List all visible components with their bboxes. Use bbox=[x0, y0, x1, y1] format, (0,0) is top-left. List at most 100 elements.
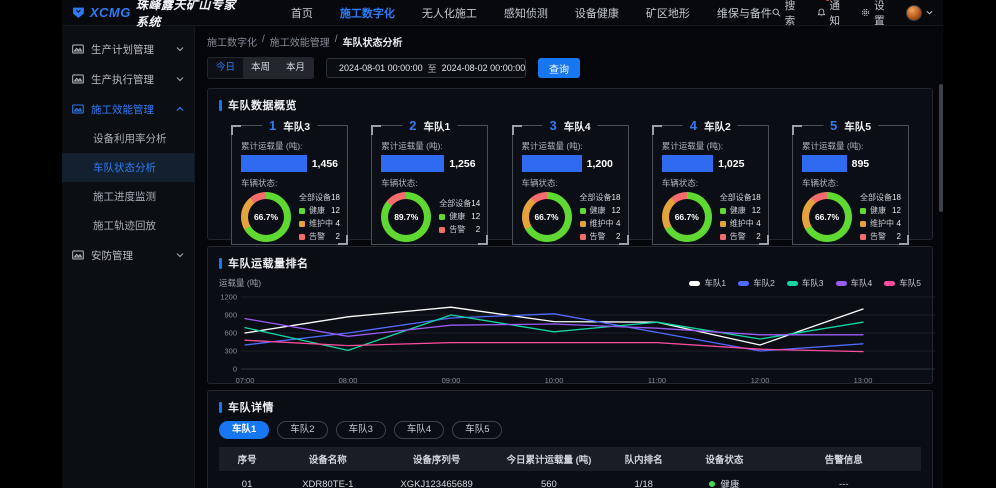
legend-label: 告警 bbox=[449, 225, 465, 235]
quick-range-button[interactable]: 本周 bbox=[243, 58, 278, 78]
nav-item[interactable]: 施工数字化 bbox=[340, 5, 395, 21]
table-header-cell: 设备名称 bbox=[275, 452, 380, 466]
user-menu[interactable] bbox=[906, 5, 933, 21]
chart-legend-swatch bbox=[787, 281, 798, 286]
status-legend-row: 全部设备18 bbox=[720, 193, 761, 203]
legend-label: 健康 bbox=[449, 212, 465, 222]
fleet-detail-panel: 车队详情 车队1 车队2 车队3 车队4 车队5 序号设备名称设备序列号今日累计运载量 … bbox=[207, 390, 933, 488]
fleet-tab[interactable]: 车队3 bbox=[336, 421, 386, 439]
chart-meta: 运载量 (吨) 车队1车队2车队3车队4车队5 bbox=[219, 277, 921, 289]
vehicle-status-row: 89.7%全部设备14健康12告警2 bbox=[381, 192, 478, 242]
legend-label: 全部设备 bbox=[580, 193, 612, 203]
chart-title: 车队运载量排名 bbox=[219, 255, 921, 271]
chart-legend-item[interactable]: 车队2 bbox=[738, 277, 775, 289]
donut-percent: 66.7% bbox=[809, 199, 845, 235]
load-bar bbox=[241, 155, 307, 172]
sidebar-item[interactable]: 安防管理 bbox=[62, 240, 194, 270]
breadcrumb-item[interactable]: 施工效能管理 bbox=[270, 34, 330, 49]
legend-label: 维护中 bbox=[870, 219, 894, 229]
fleet-tab[interactable]: 车队5 bbox=[452, 421, 502, 439]
chart-legend-label: 车队2 bbox=[753, 277, 775, 289]
fleet-overview-panel: 车队数据概览 1车队3累计运载量 (吨):1,456车辆状态:66.7%全部设备… bbox=[207, 88, 933, 240]
query-button[interactable]: 查询 bbox=[538, 58, 580, 78]
sidebar-subitem[interactable]: 车队状态分析 bbox=[62, 153, 194, 182]
nav-item[interactable]: 无人化施工 bbox=[422, 5, 477, 21]
nav-item[interactable]: 设备健康 bbox=[575, 5, 619, 21]
legend-value: 14 bbox=[471, 199, 480, 209]
date-range-picker[interactable]: 2024-08-01 00:00:00 至 2024-08-02 00:00:0… bbox=[326, 58, 526, 78]
chart-legend-swatch bbox=[689, 281, 700, 286]
legend-value: 12 bbox=[752, 206, 761, 216]
nav-item[interactable]: 维保与备件 bbox=[717, 5, 772, 21]
chart-legend-item[interactable]: 车队4 bbox=[836, 277, 873, 289]
topbar-actions: 搜索 通知 设置 bbox=[772, 0, 933, 28]
status-legend-row: 维护中4 bbox=[299, 219, 340, 229]
breadcrumb-separator: / bbox=[262, 34, 265, 49]
legend-value: 18 bbox=[892, 193, 901, 203]
fleet-rank: 1 bbox=[269, 118, 276, 133]
legend-label: 健康 bbox=[730, 206, 746, 216]
search-action[interactable]: 搜索 bbox=[772, 0, 802, 28]
brand-name: XCMG bbox=[90, 5, 131, 20]
load-label: 累计运载量 (吨): bbox=[241, 140, 338, 152]
quick-range-group: 今日本周本月 bbox=[207, 57, 314, 79]
settings-label: 设置 bbox=[874, 0, 891, 28]
load-bar-row: 1,200 bbox=[522, 155, 619, 172]
legend-value: 12 bbox=[331, 206, 340, 216]
table-body: 01XDR80TE-1XGKJ1234656895601/18健康---02XD… bbox=[219, 471, 921, 488]
donut-percent: 66.7% bbox=[248, 199, 284, 235]
legend-label: 全部设备 bbox=[299, 193, 331, 203]
load-bar-row: 1,256 bbox=[381, 155, 478, 172]
chevron-down-icon bbox=[176, 75, 184, 83]
chart-legend-swatch bbox=[738, 281, 749, 286]
legend-value: 12 bbox=[612, 206, 621, 216]
nav-item[interactable]: 感知侦测 bbox=[504, 5, 548, 21]
legend-label: 维护中 bbox=[730, 219, 754, 229]
nav-item[interactable]: 首页 bbox=[291, 5, 313, 21]
legend-label: 全部设备 bbox=[439, 199, 471, 209]
cell-no: 01 bbox=[219, 479, 275, 488]
fleet-tab[interactable]: 车队1 bbox=[219, 421, 269, 439]
notification-action[interactable]: 通知 bbox=[817, 0, 847, 28]
fleet-tab[interactable]: 车队2 bbox=[277, 421, 327, 439]
fleet-tab[interactable]: 车队4 bbox=[394, 421, 444, 439]
sidebar-item[interactable]: 生产计划管理 bbox=[62, 34, 194, 64]
nav-item[interactable]: 矿区地形 bbox=[646, 5, 690, 21]
breadcrumb-item[interactable]: 施工数字化 bbox=[207, 34, 257, 49]
date-separator: 至 bbox=[428, 62, 437, 75]
load-bar-row: 1,456 bbox=[241, 155, 338, 172]
chart-legend-label: 车队4 bbox=[851, 277, 873, 289]
scrollbar[interactable] bbox=[939, 84, 943, 212]
sidebar-subitem[interactable]: 施工轨迹回放 bbox=[62, 211, 194, 240]
sidebar-subitem[interactable]: 施工进度监测 bbox=[62, 182, 194, 211]
chart-legend-item[interactable]: 车队1 bbox=[689, 277, 726, 289]
table-header-cell: 序号 bbox=[219, 452, 275, 466]
sidebar-item[interactable]: 生产执行管理 bbox=[62, 64, 194, 94]
brand: XCMG 珠峰露天矿山专家系统 bbox=[72, 0, 243, 30]
chart-legend-item[interactable]: 车队3 bbox=[787, 277, 824, 289]
vehicle-status-row: 66.7%全部设备18健康12维护中4告警2 bbox=[522, 192, 619, 242]
search-icon bbox=[772, 7, 781, 18]
fleet-name: 车队4 bbox=[564, 119, 591, 134]
fleet-card-header: 3车队4 bbox=[542, 118, 597, 134]
fleet-table: 序号设备名称设备序列号今日累计运载量 (吨)队内排名设备状态告警信息01XDR8… bbox=[219, 447, 921, 488]
legend-label: 告警 bbox=[590, 232, 606, 242]
status-donut-chart: 66.7% bbox=[522, 192, 572, 242]
chart-legend-swatch bbox=[884, 281, 895, 286]
status-donut-chart: 66.7% bbox=[241, 192, 291, 242]
chart-legend-item[interactable]: 车队5 bbox=[884, 277, 921, 289]
load-value: 1,456 bbox=[312, 158, 338, 170]
quick-range-button[interactable]: 今日 bbox=[208, 58, 243, 78]
fleet-detail-title: 车队详情 bbox=[219, 399, 921, 415]
sidebar-subitem[interactable]: 设备利用率分析 bbox=[62, 124, 194, 153]
chevron-down-icon bbox=[176, 45, 184, 53]
cell-alarm: --- bbox=[767, 479, 921, 488]
sidebar-item[interactable]: 施工效能管理 bbox=[62, 94, 194, 124]
chart-legend: 车队1 车队2 车队3 车队4 车队5 bbox=[689, 277, 921, 289]
quick-range-button[interactable]: 本月 bbox=[278, 58, 313, 78]
legend-swatch bbox=[580, 221, 586, 227]
status-legend: 全部设备14健康12告警2 bbox=[439, 199, 480, 235]
legend-swatch bbox=[439, 227, 445, 233]
cell-device-name: XDR80TE-1 bbox=[275, 479, 380, 488]
settings-action[interactable]: 设置 bbox=[861, 0, 891, 28]
